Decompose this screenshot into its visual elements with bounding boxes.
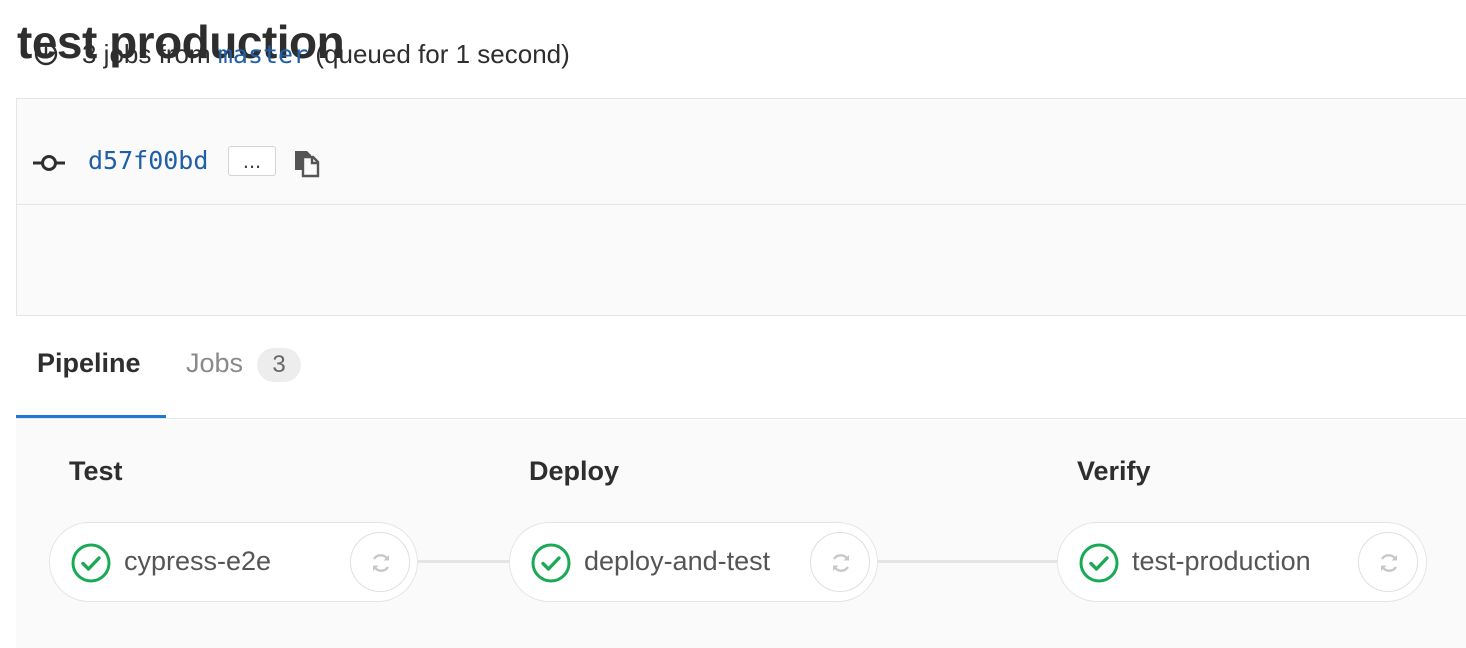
job-pill-deploy-and-test[interactable]: deploy-and-test [509,522,878,602]
retry-icon [1380,554,1398,572]
check-circle-icon [531,543,571,583]
commit-icon [33,155,65,171]
branch-link[interactable]: master [218,40,308,69]
tab-pipeline[interactable]: Pipeline [16,318,166,418]
job-name: cypress-e2e [124,546,272,576]
pipeline-tabs: Pipeline Jobs 3 [16,318,1466,419]
toggle-commit-message-button[interactable]: ... [228,146,276,176]
stage-connector [418,560,510,563]
stage-title-verify: Verify [1077,456,1151,486]
queue-info-text: 3 jobs from master (queued for 1 second) [82,38,570,71]
check-circle-icon [71,543,111,583]
job-name: test-production [1132,546,1311,576]
clock-icon [34,42,58,66]
job-pill-test-production[interactable]: test-production [1057,522,1427,602]
tab-jobs-label: Jobs [186,348,244,378]
stage-title-test: Test [69,456,123,486]
jobs-count-badge: 3 [257,348,301,382]
retry-icon [372,554,390,572]
clipboard-icon[interactable] [292,148,322,178]
job-name: deploy-and-test [584,546,771,576]
commit-sha-link[interactable]: d57f00bd [88,145,208,177]
jobs-count-text: 3 jobs from [82,39,211,69]
retry-icon [832,554,850,572]
stage-title-deploy: Deploy [529,456,620,486]
commit-info-row [17,205,1466,315]
check-circle-icon [1079,543,1119,583]
retry-button[interactable] [1358,532,1418,592]
tab-jobs[interactable]: Jobs 3 [182,318,312,418]
stage-connector [878,560,1058,563]
retry-button[interactable] [350,532,410,592]
job-pill-cypress-e2e[interactable]: cypress-e2e [49,522,418,602]
tab-pipeline-label: Pipeline [37,348,141,378]
pipeline-info-box [16,98,1466,316]
retry-button[interactable] [810,532,870,592]
queued-duration-text: (queued for 1 second) [315,39,570,69]
